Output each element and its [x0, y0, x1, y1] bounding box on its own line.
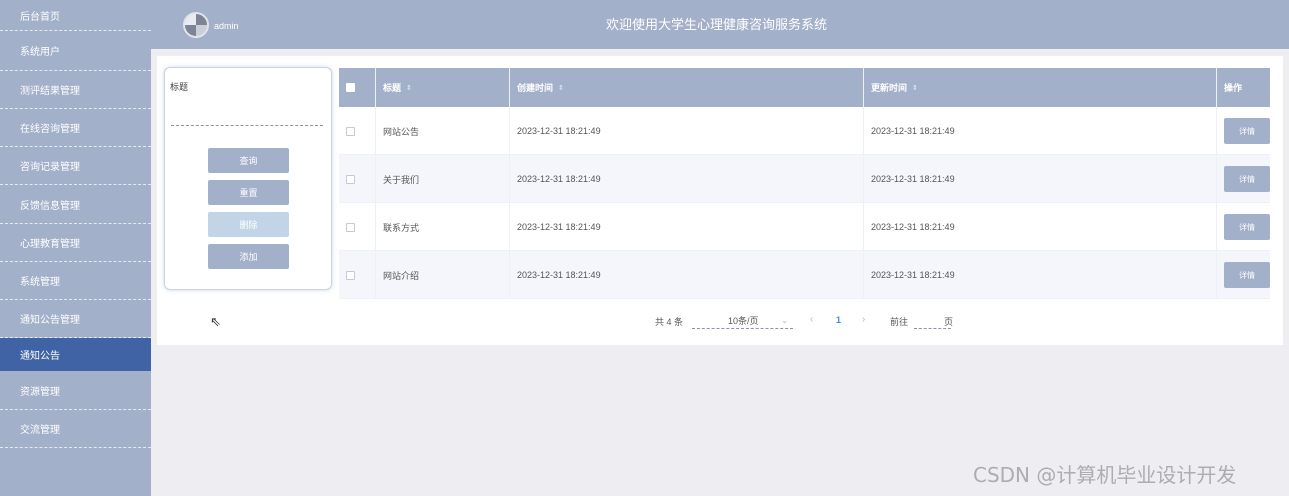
sidebar-item-consulting-records[interactable]: 咨询记录管理	[0, 147, 151, 185]
sidebar-item-label: 通知公告管理	[20, 315, 80, 326]
sidebar-item-online-consulting[interactable]: 在线咨询管理	[0, 109, 151, 147]
cell-created: 2023-12-31 18:21:49	[510, 203, 864, 251]
sidebar: 后台首页 系统用户 测评结果管理 在线咨询管理 咨询记录管理 反馈信息管理 心理…	[0, 0, 151, 496]
reset-button[interactable]: 重置	[208, 180, 289, 205]
data-table: 标题 ⇕ 创建时间 ⇕ 更新时间 ⇕ 操作 网站公告 2023-12-31 18:21…	[339, 68, 1270, 299]
row-checkbox[interactable]	[346, 174, 355, 184]
column-header-updated[interactable]: 更新时间 ⇕	[864, 68, 1217, 107]
sidebar-item-label: 测评结果管理	[20, 86, 80, 97]
sort-icon[interactable]: ⇕	[406, 84, 412, 92]
table-row: 网站公告 2023-12-31 18:21:49 2023-12-31 18:2…	[339, 107, 1270, 155]
cell-created: 2023-12-31 18:21:49	[510, 107, 864, 155]
cell-title: 联系方式	[376, 203, 510, 251]
cell-created: 2023-12-31 18:21:49	[510, 155, 864, 203]
page-unit-label: 页	[944, 317, 954, 327]
sidebar-item-label: 咨询记录管理	[20, 162, 80, 173]
sidebar-item-notices[interactable]: 通知公告	[0, 338, 151, 371]
delete-button[interactable]: 删除	[208, 212, 289, 237]
title-search-input[interactable]	[171, 94, 323, 126]
sidebar-item-psych-education[interactable]: 心理教育管理	[0, 224, 151, 262]
sidebar-item-label: 反馈信息管理	[20, 200, 80, 212]
watermark: CSDN @计算机毕业设计开发	[973, 463, 1237, 487]
add-button[interactable]: 添加	[208, 244, 289, 269]
sort-icon[interactable]: ⇕	[912, 84, 918, 92]
sidebar-item-label: 在线咨询管理	[20, 124, 80, 135]
detail-button[interactable]: 详情	[1224, 262, 1270, 288]
sidebar-item-label: 系统管理	[20, 277, 60, 288]
row-checkbox[interactable]	[346, 270, 355, 280]
cell-updated: 2023-12-31 18:21:49	[864, 107, 1217, 155]
chevron-down-icon: ⌄	[781, 315, 788, 325]
detail-button[interactable]: 详情	[1224, 214, 1270, 240]
sidebar-item-label: 系统用户	[20, 47, 60, 58]
page-title: 欢迎使用大学生心理健康咨询服务系统	[606, 17, 828, 32]
column-header-action: 操作	[1217, 68, 1270, 107]
table-row: 联系方式 2023-12-31 18:21:49 2023-12-31 18:2…	[339, 203, 1270, 251]
sort-icon[interactable]: ⇕	[558, 84, 564, 92]
cell-updated: 2023-12-31 18:21:49	[864, 251, 1217, 299]
sidebar-item-feedback[interactable]: 反馈信息管理	[0, 185, 151, 224]
sidebar-item-assessment-results[interactable]: 测评结果管理	[0, 71, 151, 109]
select-all-checkbox[interactable]	[346, 83, 355, 92]
sidebar-item-resources[interactable]: 资源管理	[0, 371, 151, 410]
search-panel: 标题 查询 重置 删除 添加	[164, 67, 332, 290]
username: admin	[214, 21, 239, 31]
cell-created: 2023-12-31 18:21:49	[510, 251, 864, 299]
query-button[interactable]: 查询	[208, 148, 289, 173]
sidebar-item-notice-management[interactable]: 通知公告管理	[0, 300, 151, 338]
row-checkbox[interactable]	[346, 222, 355, 232]
column-header-created[interactable]: 创建时间 ⇕	[510, 68, 864, 107]
column-header-label: 标题	[383, 83, 402, 93]
column-header-label: 操作	[1224, 83, 1243, 93]
sidebar-item-system-management[interactable]: 系统管理	[0, 262, 151, 300]
page-size-select[interactable]: 10条/页 ⌄	[692, 312, 793, 329]
top-header: admin 欢迎使用大学生心理健康咨询服务系统	[151, 0, 1289, 49]
page-number-current[interactable]: 1	[836, 315, 841, 325]
header-select-all	[339, 68, 376, 107]
cell-title: 关于我们	[376, 155, 510, 203]
sidebar-item-label: 后台首页	[20, 11, 60, 23]
table-row: 网站介绍 2023-12-31 18:21:49 2023-12-31 18:2…	[339, 251, 1270, 299]
goto-label: 前往	[890, 317, 909, 327]
cell-title: 网站公告	[376, 107, 510, 155]
page-size-value: 10条/页	[728, 315, 759, 326]
cell-title: 网站介绍	[376, 251, 510, 299]
cell-updated: 2023-12-31 18:21:49	[864, 203, 1217, 251]
sidebar-item-home[interactable]: 后台首页	[0, 0, 151, 31]
avatar[interactable]	[183, 12, 209, 38]
column-header-label: 更新时间	[871, 83, 908, 93]
column-header-label: 创建时间	[517, 83, 554, 93]
detail-button[interactable]: 详情	[1224, 166, 1270, 192]
prev-page-icon[interactable]: ‹	[810, 314, 813, 325]
search-label: 标题	[170, 82, 189, 92]
sidebar-item-label: 心理教育管理	[20, 239, 80, 250]
pagination-total: 共 4 条	[655, 317, 684, 327]
sidebar-item-exchange[interactable]: 交流管理	[0, 410, 151, 448]
sidebar-item-label: 资源管理	[20, 386, 60, 398]
detail-button[interactable]: 详情	[1224, 118, 1270, 144]
sidebar-item-system-users[interactable]: 系统用户	[0, 31, 151, 71]
row-checkbox[interactable]	[346, 126, 355, 136]
sidebar-item-label: 交流管理	[20, 425, 60, 436]
sidebar-item-label: 通知公告	[20, 350, 60, 362]
column-header-title[interactable]: 标题 ⇕	[376, 68, 510, 107]
next-page-icon[interactable]: ›	[862, 314, 865, 325]
cell-updated: 2023-12-31 18:21:49	[864, 155, 1217, 203]
mouse-cursor-icon: ⇖	[210, 314, 221, 329]
table-row: 关于我们 2023-12-31 18:21:49 2023-12-31 18:2…	[339, 155, 1270, 203]
